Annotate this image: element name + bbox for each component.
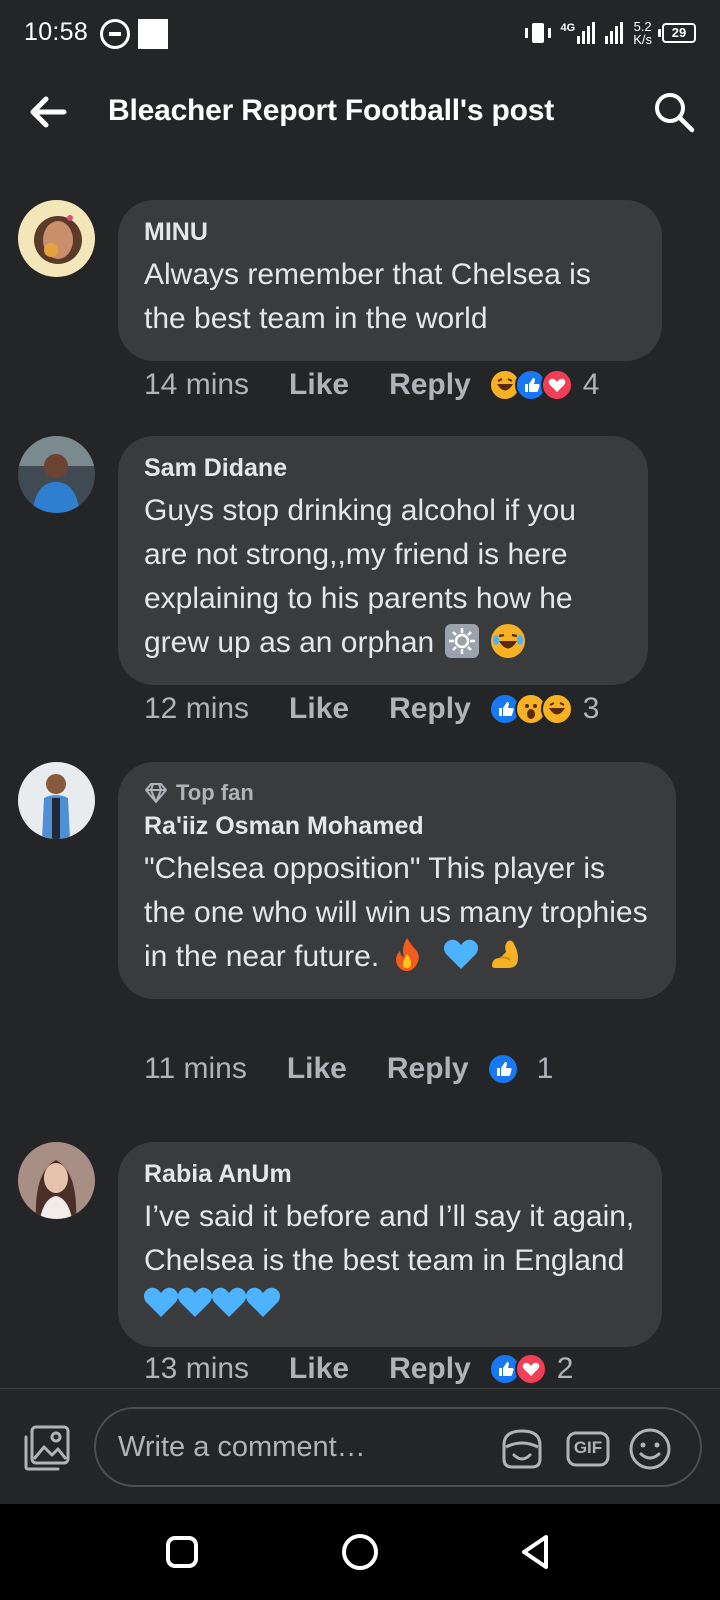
- home-icon[interactable]: [338, 1530, 382, 1574]
- flexed-biceps-emoji-icon: [488, 936, 522, 970]
- blue-heart-emoji-icon: [177, 1287, 213, 1317]
- comment-bubble[interactable]: Rabia AnUm I’ve said it before and I’ll …: [118, 1142, 662, 1347]
- back-button[interactable]: [24, 88, 72, 136]
- reactions-summary[interactable]: [488, 693, 573, 725]
- diamond-icon: [145, 783, 167, 803]
- comment-bubble[interactable]: MINU Always remember that Chelsea is the…: [118, 200, 662, 361]
- battery-icon: 29: [658, 23, 696, 43]
- status-bar: 10:58 4G 5.2 K/s 29: [0, 0, 720, 64]
- notification-square-icon: [138, 19, 168, 49]
- comment-text-wrap: "Chelsea opposition" This player is the …: [144, 847, 650, 979]
- fire-emoji-icon: [390, 936, 424, 971]
- comment-meta: 12 mins Like Reply 3: [144, 692, 599, 726]
- like-button[interactable]: Like: [289, 368, 349, 402]
- comment-author[interactable]: Sam Didane: [144, 454, 622, 483]
- comment-text-wrap: Guys stop drinking alcohol if you are no…: [144, 489, 622, 665]
- avatar-sticker-icon[interactable]: [498, 1425, 546, 1473]
- photo-icon: [24, 1425, 70, 1471]
- reaction-count[interactable]: 1: [537, 1052, 554, 1086]
- status-time: 10:58: [24, 18, 89, 46]
- system-nav-bar: [0, 1504, 720, 1600]
- comment-meta: 14 mins Like Reply 4: [144, 368, 599, 402]
- badge-label: Top fan: [176, 780, 254, 805]
- search-icon: [655, 93, 695, 133]
- comment-time[interactable]: 11 mins: [144, 1052, 247, 1086]
- avatar[interactable]: [18, 436, 95, 513]
- like-reaction-icon: [486, 1053, 519, 1085]
- app-header: Bleacher Report Football's post: [0, 70, 720, 154]
- speed-unit: K/s: [633, 32, 652, 47]
- reaction-count[interactable]: 4: [583, 368, 600, 402]
- reactions-summary[interactable]: [488, 1353, 547, 1385]
- blue-heart-emoji-icon: [143, 1287, 179, 1317]
- arrow-left-icon: [30, 96, 67, 128]
- comment-meta: 11 mins Like Reply 1: [144, 1052, 553, 1086]
- avatar[interactable]: [18, 762, 95, 839]
- comment-bubble[interactable]: Top fan Ra'iiz Osman Mohamed "Chelsea op…: [118, 762, 676, 999]
- recent-apps-icon[interactable]: [160, 1530, 204, 1574]
- haha-reaction-icon: [540, 693, 573, 725]
- laughing-emoji-icon: [490, 624, 525, 658]
- comment-author[interactable]: Ra'iiz Osman Mohamed: [144, 812, 650, 841]
- top-fan-badge[interactable]: Top fan: [144, 780, 650, 806]
- love-reaction-icon: [540, 369, 573, 401]
- avatar[interactable]: [18, 200, 95, 277]
- comment-bubble[interactable]: Sam Didane Guys stop drinking alcohol if…: [118, 436, 648, 685]
- vibrate-icon: [524, 22, 551, 44]
- sun-emoji-icon: [444, 624, 479, 658]
- reactions-summary[interactable]: [486, 1053, 519, 1085]
- comment-composer: Write a comment… GIF: [0, 1388, 720, 1504]
- signal-4g-icon: 4G: [561, 22, 596, 44]
- comment-text: Always remember that Chelsea is the best…: [144, 258, 591, 335]
- reply-button[interactable]: Reply: [387, 1052, 469, 1086]
- blue-heart-emoji-icon: [211, 1287, 247, 1317]
- comment-input-placeholder: Write a comment…: [118, 1431, 366, 1463]
- signal-icon: [605, 22, 624, 44]
- network-speed: 5.2 K/s: [633, 20, 652, 46]
- reactions-summary[interactable]: [488, 369, 573, 401]
- comment-input[interactable]: Write a comment… GIF: [94, 1407, 702, 1487]
- gif-button[interactable]: GIF: [564, 1425, 612, 1473]
- reply-button[interactable]: Reply: [389, 692, 471, 726]
- comment-author[interactable]: MINU: [144, 218, 636, 247]
- comment-meta: 13 mins Like Reply 2: [144, 1352, 573, 1386]
- back-nav-icon[interactable]: [514, 1530, 558, 1574]
- blue-heart-emoji-icon: [443, 939, 478, 969]
- like-button[interactable]: Like: [287, 1052, 347, 1086]
- blue-heart-emoji-icon: [245, 1287, 281, 1317]
- network-label: 4G: [560, 22, 576, 34]
- photo-button[interactable]: [22, 1423, 72, 1473]
- comments-list[interactable]: MINU Always remember that Chelsea is the…: [0, 160, 720, 1388]
- page-title: Bleacher Report Football's post: [108, 94, 554, 127]
- comment-time[interactable]: 14 mins: [144, 368, 249, 402]
- love-reaction-icon: [514, 1353, 547, 1385]
- search-button[interactable]: [650, 88, 698, 136]
- emoji-icon[interactable]: [626, 1425, 674, 1473]
- status-indicators: 4G 5.2 K/s 29: [524, 18, 696, 48]
- like-button[interactable]: Like: [289, 692, 349, 726]
- comment-time[interactable]: 13 mins: [144, 1352, 249, 1386]
- comment-text: I’ve said it before and I’ll say it agai…: [144, 1200, 635, 1277]
- g-app-icon: [100, 19, 130, 49]
- reaction-count[interactable]: 2: [557, 1352, 574, 1386]
- reaction-count[interactable]: 3: [583, 692, 600, 726]
- avatar[interactable]: [18, 1142, 95, 1219]
- reply-button[interactable]: Reply: [389, 368, 471, 402]
- gif-label: GIF: [573, 1438, 603, 1457]
- comment-time[interactable]: 12 mins: [144, 692, 249, 726]
- reply-button[interactable]: Reply: [389, 1352, 471, 1386]
- comment-author[interactable]: Rabia AnUm: [144, 1160, 636, 1189]
- comment-text-wrap: I’ve said it before and I’ll say it agai…: [143, 1195, 636, 1327]
- like-button[interactable]: Like: [289, 1352, 349, 1386]
